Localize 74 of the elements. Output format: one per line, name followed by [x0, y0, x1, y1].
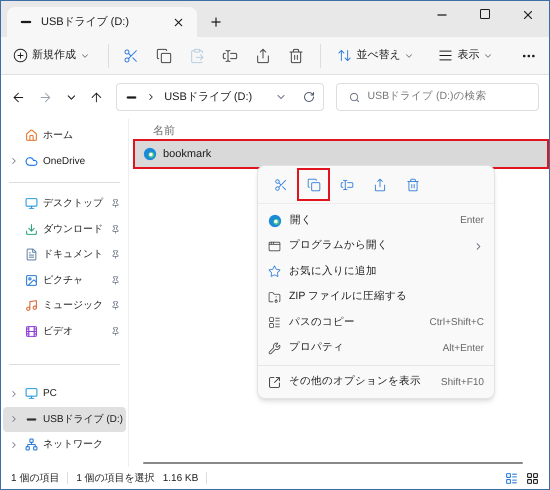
share-icon [372, 178, 386, 192]
new-button[interactable]: 新規作成 [13, 47, 102, 64]
cloud-icon [25, 154, 38, 168]
video-icon [25, 324, 38, 338]
sidebar-item[interactable]: ドキュメント [3, 242, 126, 268]
scissors-icon [123, 48, 140, 64]
sidebar-item[interactable]: ネットワーク [3, 432, 126, 458]
sidebar-item[interactable]: ビデオ [3, 318, 126, 344]
search-icon [348, 92, 360, 102]
menu-item[interactable]: その他のオプションを表示 Shift+F10 [258, 366, 494, 398]
refresh-icon[interactable] [302, 91, 315, 103]
document-icon [25, 248, 38, 262]
edge-icon [268, 214, 282, 228]
maximize-icon[interactable] [479, 8, 491, 20]
back-icon[interactable] [11, 90, 26, 104]
search-field[interactable]: USBドライブ (D:)の検索 [336, 83, 540, 111]
sidebar-item[interactable]: ピクチャ [3, 268, 126, 293]
menu-item[interactable]: 開く Enter [258, 208, 494, 234]
tiles-view-icon[interactable] [526, 472, 539, 484]
search-input[interactable]: USBドライブ (D:)の検索 [368, 89, 526, 105]
scissors-icon [274, 178, 288, 192]
details-view-icon[interactable] [505, 472, 518, 484]
desktop-icon [25, 197, 38, 210]
trash-icon [406, 178, 420, 192]
tab-title: USBドライブ (D:) [41, 14, 130, 30]
clipboard-icon [189, 48, 206, 64]
sidebar-item[interactable]: OneDrive [3, 148, 126, 174]
menu-item[interactable]: ZIP ファイルに圧縮する [258, 284, 494, 310]
share-icon [255, 48, 272, 64]
monitor-icon [25, 387, 38, 400]
network-icon [25, 438, 38, 452]
sidebar-item[interactable]: ダウンロード [3, 216, 126, 242]
forward-icon[interactable] [38, 90, 53, 104]
house-icon [25, 129, 38, 142]
view-button[interactable]: 表示 [430, 47, 502, 64]
sidebar-item[interactable]: USBドライブ (D:) [3, 406, 126, 432]
picture-icon [25, 274, 38, 287]
sidebar-item[interactable]: デスクトップ [3, 191, 126, 216]
plus-icon [13, 48, 28, 63]
item-count: 1 個の項目 [11, 472, 60, 486]
trash-icon [288, 48, 304, 64]
menu-item[interactable]: お気に入りに追加 [258, 259, 494, 284]
close-icon[interactable] [521, 8, 535, 22]
sidebar-item[interactable]: ミュージック [3, 293, 126, 318]
sort-button[interactable]: 並べ替え [329, 47, 422, 64]
star-icon [268, 265, 281, 278]
tab[interactable]: USBドライブ (D:) [7, 7, 197, 37]
lines-icon [438, 48, 454, 63]
sort-icon [337, 48, 352, 63]
copy-icon [306, 178, 320, 192]
wrench-icon [268, 342, 281, 355]
download-icon [25, 222, 38, 236]
new-tab-icon[interactable] [209, 15, 223, 29]
address-path: USBドライブ (D:) [164, 90, 254, 105]
zip-folder-icon [268, 290, 281, 304]
rename-icon [340, 178, 354, 192]
file-row[interactable]: bookmark [135, 141, 547, 167]
copy-button[interactable] [299, 170, 328, 199]
selection-size: 1.16 KB [162, 472, 198, 486]
address-bar[interactable]: USBドライブ (D:) [116, 83, 324, 111]
close-tab-icon[interactable] [172, 16, 185, 28]
music-icon [25, 299, 38, 312]
sidebar-item[interactable]: ホーム [3, 123, 126, 148]
sidebar-item[interactable]: PC [3, 381, 126, 406]
menu-item[interactable]: プログラムから開く [258, 234, 494, 259]
menu-item[interactable]: プロパティ Alt+Enter [258, 336, 494, 361]
menu-item[interactable]: パスのコピー Ctrl+Shift+C [258, 310, 494, 336]
rename-icon [222, 48, 238, 64]
copy-icon [156, 48, 172, 64]
selection-count: 1 個の項目を選択 [76, 472, 155, 486]
more-options-icon [268, 376, 281, 388]
scrollbar[interactable] [143, 462, 523, 464]
column-header[interactable]: 名前 [153, 121, 549, 141]
edge-icon [143, 147, 157, 161]
